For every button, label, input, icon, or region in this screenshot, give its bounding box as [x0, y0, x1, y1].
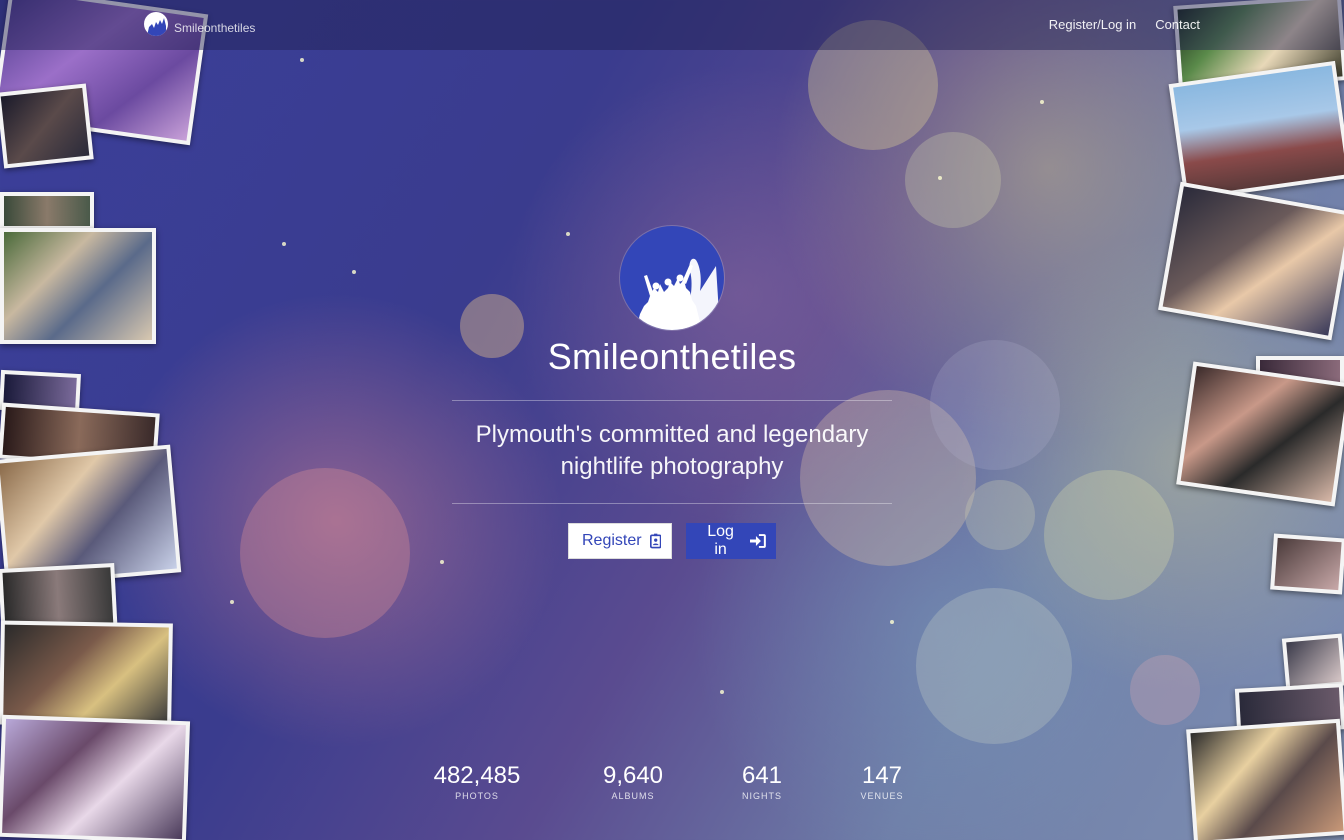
stat-value: 9,640: [602, 762, 664, 789]
gallery-photo: [1158, 181, 1344, 341]
sparkle: [1040, 100, 1044, 104]
bokeh-light: [240, 468, 410, 638]
hero-section: Smileonthetiles Plymouth's committed and…: [452, 226, 892, 559]
sparkle: [300, 58, 304, 62]
gallery-photo: [0, 714, 191, 840]
bokeh-light: [905, 132, 1001, 228]
brand-name: Smileonthetiles: [174, 21, 256, 35]
sparkle: [440, 560, 444, 564]
divider: [452, 503, 892, 504]
gallery-photo: [0, 192, 94, 230]
id-badge-icon: [649, 533, 661, 549]
nav-contact-link[interactable]: Contact: [1155, 17, 1200, 32]
login-button-label: Log in: [707, 523, 734, 558]
sparkle: [890, 620, 894, 624]
stat-venues: 147 VENUES: [852, 762, 912, 801]
bokeh-light: [930, 340, 1060, 470]
tagline: Plymouth's committed and legendary night…: [452, 419, 892, 483]
gallery-photo: [0, 83, 94, 169]
tagline-line-2: nightlife photography: [560, 453, 784, 480]
nav-register-login-link[interactable]: Register/Log in: [1049, 17, 1136, 32]
stat-nights: 641 NIGHTS: [732, 762, 792, 801]
brand-link[interactable]: Smileonthetiles: [144, 12, 255, 36]
top-navbar: Smileonthetiles Register/Log in Contact: [0, 0, 1344, 50]
bokeh-light: [1130, 655, 1200, 725]
sparkle: [938, 176, 942, 180]
hero-actions: Register Log in: [452, 523, 892, 559]
stat-value: 641: [741, 762, 783, 789]
brand-logo-icon: [144, 12, 168, 36]
sparkle: [720, 690, 724, 694]
stat-albums: 9,640 ALBUMS: [586, 762, 680, 801]
gallery-photo: [1281, 633, 1344, 691]
gallery-photo: [0, 228, 156, 344]
stat-photos: 482,485 PHOTOS: [430, 762, 524, 801]
stat-label: PHOTOS: [455, 791, 499, 801]
stat-label: VENUES: [860, 791, 904, 801]
gallery-photo: [0, 620, 173, 728]
register-button-label: Register: [582, 532, 642, 549]
divider: [452, 400, 892, 401]
stats-bar: 482,485 PHOTOS 9,640 ALBUMS 641 NIGHTS 1…: [430, 762, 912, 801]
sparkle: [352, 270, 356, 274]
stat-value: 482,485: [433, 762, 521, 789]
stat-value: 147: [861, 762, 903, 789]
gallery-photo: [1270, 533, 1344, 595]
login-button[interactable]: Log in: [686, 523, 776, 559]
bokeh-light: [916, 588, 1072, 744]
stat-label: ALBUMS: [611, 791, 655, 801]
sign-in-icon: [750, 534, 766, 548]
site-logo-icon: [620, 226, 724, 330]
sparkle: [282, 242, 286, 246]
tagline-line-1: Plymouth's committed and legendary: [475, 421, 869, 448]
gallery-photo: [1168, 60, 1344, 202]
stat-label: NIGHTS: [741, 791, 782, 801]
gallery-photo: [1176, 361, 1344, 507]
site-title: Smileonthetiles: [547, 336, 797, 377]
top-nav: Register/Log in Contact: [1049, 17, 1200, 32]
sparkle: [230, 600, 234, 604]
bokeh-light: [1044, 470, 1174, 600]
register-button[interactable]: Register: [568, 523, 672, 559]
gallery-photo: [1186, 718, 1344, 840]
bokeh-light: [965, 480, 1035, 550]
